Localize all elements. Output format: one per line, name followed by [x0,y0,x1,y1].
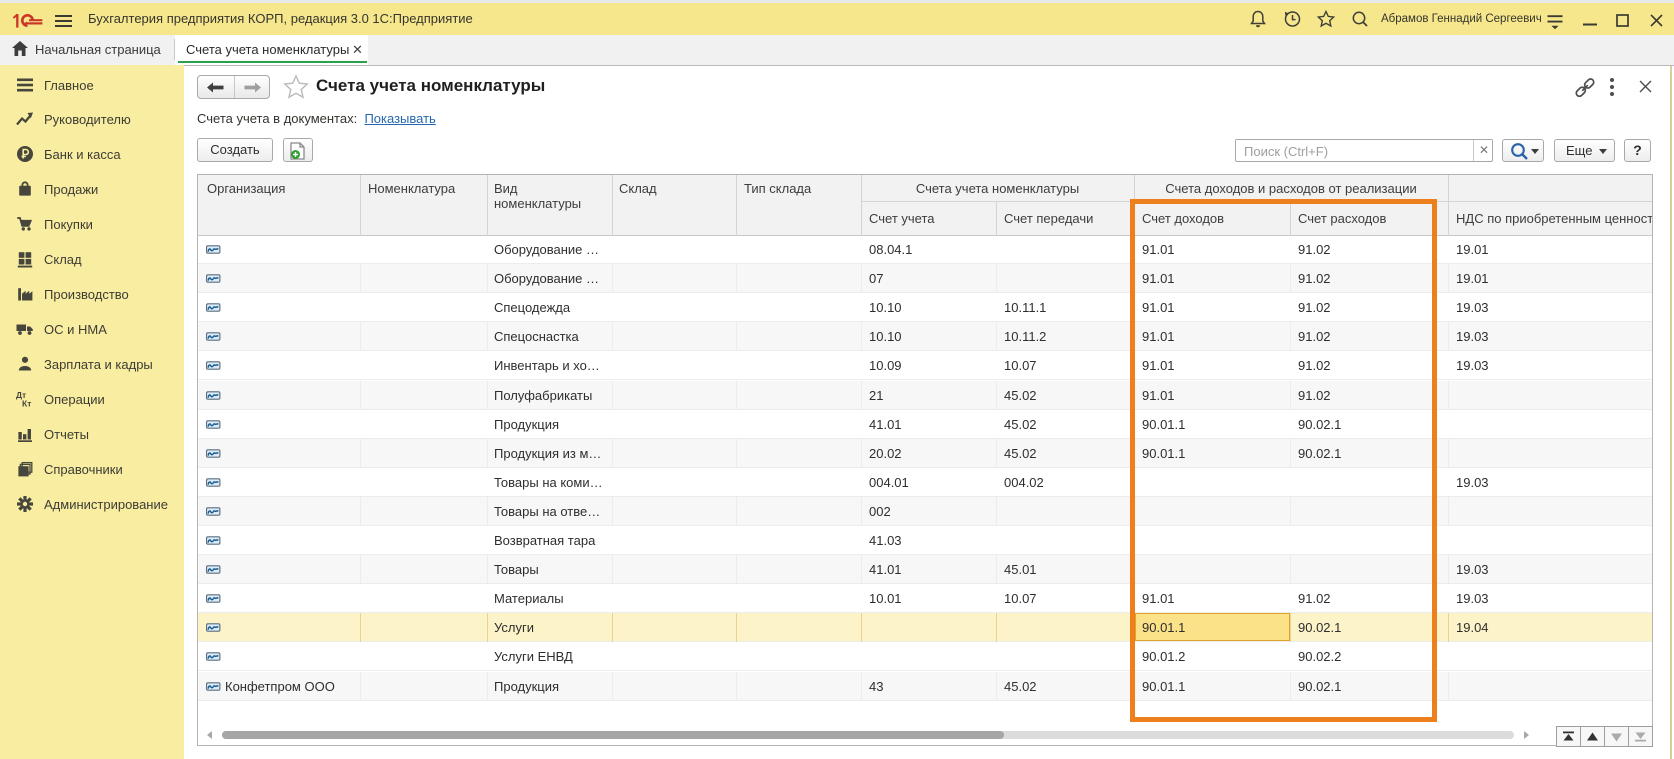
svg-text:Кт: Кт [22,398,31,408]
